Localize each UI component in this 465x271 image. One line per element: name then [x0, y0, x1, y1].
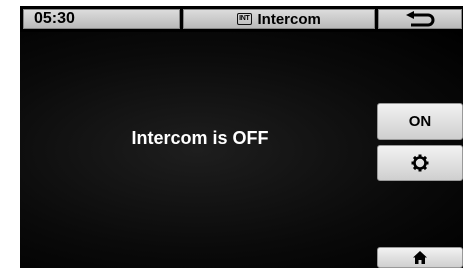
intercom-status-text: Intercom is OFF — [131, 128, 269, 148]
on-button-label: ON — [408, 113, 432, 130]
gear-icon — [411, 154, 429, 172]
screen-title: INT Intercom — [183, 9, 375, 29]
status-bar: 05:30 INT Intercom — [20, 6, 463, 31]
clock: 05:30 — [23, 9, 180, 29]
home-icon — [413, 251, 427, 264]
device-frame: 05:30 INT Intercom Intercom is OFF ON — [20, 6, 463, 268]
home-button[interactable] — [377, 247, 463, 268]
return-arrow-icon — [406, 11, 435, 27]
settings-button[interactable] — [377, 145, 463, 181]
on-button[interactable]: ON — [377, 103, 463, 140]
intercom-icon: INT — [237, 13, 252, 25]
main-screen: Intercom is OFF ON — [20, 32, 463, 268]
screen-title-label: Intercom — [257, 10, 321, 28]
back-button[interactable] — [378, 9, 462, 29]
